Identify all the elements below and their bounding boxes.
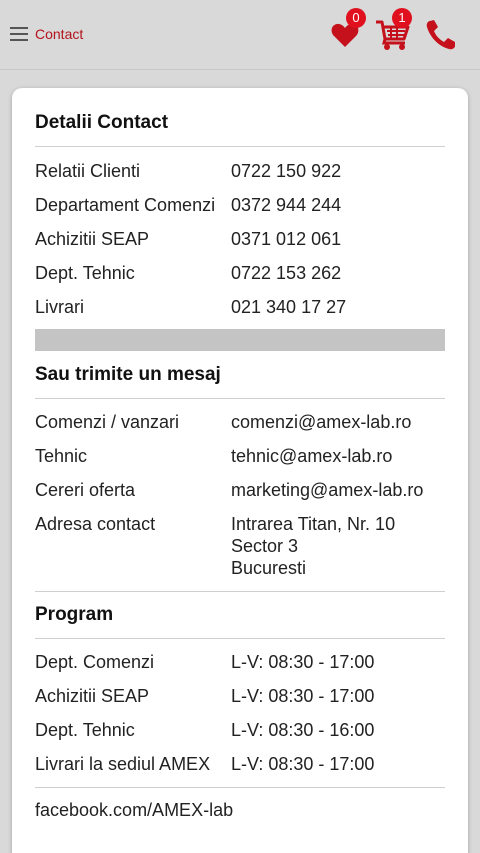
program-label: Dept. Tehnic [35, 719, 135, 740]
contact-phone[interactable]: 0372 944 244 [231, 195, 445, 216]
program-row: Livrari la sediul AMEX L-V: 08:30 - 17:00 [35, 747, 445, 781]
program-hours: L-V: 08:30 - 17:00 [231, 753, 375, 774]
phone-icon [426, 20, 455, 50]
hamburger-icon [10, 27, 28, 41]
contact-phone[interactable]: 0722 153 262 [231, 263, 445, 284]
email-label: Comenzi / vanzari [35, 411, 180, 432]
divider [35, 787, 445, 788]
top-bar: Contact 0 1 [0, 0, 480, 70]
program-row: Dept. Tehnic L-V: 08:30 - 16:00 [35, 713, 445, 747]
email-row: Cereri oferta marketing@amex-lab.ro [35, 473, 445, 507]
address-row: Adresa contact Intrarea Titan, Nr. 10 Se… [35, 507, 445, 579]
email-link[interactable]: comenzi@amex-lab.ro [231, 412, 445, 433]
cart-button[interactable]: 1 [375, 8, 412, 52]
contact-label: Dept. Tehnic [35, 262, 135, 283]
address-value: Intrarea Titan, Nr. 10 Sector 3 Bucurest… [231, 513, 445, 579]
message-section: Sau trimite un mesaj Comenzi / vanzari co… [35, 340, 445, 579]
email-row: Tehnic tehnic@amex-lab.ro [35, 439, 445, 473]
contact-row: Livrari 021 340 17 27 [35, 290, 445, 324]
menu-button[interactable]: Contact [10, 22, 83, 46]
program-hours: L-V: 08:30 - 16:00 [231, 719, 375, 740]
phone-button[interactable] [424, 18, 458, 52]
program-section: Program Dept. Comenzi L-V: 08:30 - 17:00 … [35, 580, 445, 781]
contact-label: Relatii Clienti [35, 160, 141, 181]
contact-card: Detalii Contact Relatii Clienti 0722 150 … [12, 88, 468, 853]
program-row: Achizitii SEAP L-V: 08:30 - 17:00 [35, 679, 445, 713]
email-row: Comenzi / vanzari comenzi@amex-lab.ro [35, 405, 445, 439]
contact-label: Departament Comenzi [35, 194, 216, 215]
program-hours: L-V: 08:30 - 17:00 [231, 651, 375, 672]
address-line: Bucuresti [231, 558, 307, 578]
contact-phone[interactable]: 021 340 17 27 [231, 297, 445, 318]
address-line: Intrarea Titan, Nr. 10 [231, 514, 396, 534]
contact-details-title: Detalii Contact [35, 88, 445, 147]
contact-label: Achizitii SEAP [35, 228, 150, 249]
contact-phone[interactable]: 0371 012 061 [231, 229, 445, 250]
email-label: Tehnic [35, 445, 88, 466]
program-label: Livrari la sediul AMEX [35, 753, 211, 774]
contact-row: Relatii Clienti 0722 150 922 [35, 154, 445, 188]
contact-row: Departament Comenzi 0372 944 244 [35, 188, 445, 222]
program-title: Program [35, 580, 445, 639]
facebook-link[interactable]: facebook.com/AMEX-lab [35, 800, 233, 821]
address-line: Sector 3 [231, 536, 299, 556]
email-label: Cereri oferta [35, 479, 136, 500]
contact-details-section: Detalii Contact Relatii Clienti 0722 150 … [35, 88, 445, 324]
contact-row: Achizitii SEAP 0371 012 061 [35, 222, 445, 256]
contact-phone[interactable]: 0722 150 922 [231, 161, 445, 182]
program-hours: L-V: 08:30 - 17:00 [231, 685, 375, 706]
contact-row: Dept. Tehnic 0722 153 262 [35, 256, 445, 290]
program-label: Achizitii SEAP [35, 685, 150, 706]
wishlist-button[interactable]: 0 [330, 8, 366, 50]
program-row: Dept. Comenzi L-V: 08:30 - 17:00 [35, 645, 445, 679]
email-link[interactable]: marketing@amex-lab.ro [231, 480, 445, 501]
message-title: Sau trimite un mesaj [35, 340, 445, 399]
email-link[interactable]: tehnic@amex-lab.ro [231, 446, 445, 467]
cart-count-badge: 1 [392, 8, 412, 28]
wishlist-count-badge: 0 [346, 8, 366, 28]
address-label: Adresa contact [35, 514, 156, 534]
contact-label: Livrari [35, 296, 85, 317]
program-label: Dept. Comenzi [35, 651, 155, 672]
menu-label: Contact [35, 26, 84, 42]
